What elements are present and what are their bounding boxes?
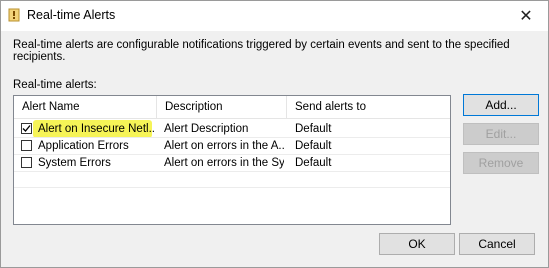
alert-name-cell: Alert on Insecure Netl... [38, 123, 154, 135]
ok-button[interactable]: OK [379, 233, 455, 255]
column-header-send-alerts-to[interactable]: Send alerts to [287, 96, 450, 118]
alert-name-cell: Application Errors [38, 140, 129, 152]
dialog-description: Real-time alerts are configurable notifi… [13, 39, 510, 63]
alert-description-cell: Alert on errors in the Sy... [164, 157, 284, 169]
column-header-description[interactable]: Description [157, 96, 287, 118]
column-header-alert-name[interactable]: Alert Name [14, 96, 157, 118]
row-divider [14, 187, 450, 188]
remove-button[interactable]: Remove [463, 152, 539, 174]
title-bar: Real-time Alerts ✕ [1, 1, 548, 31]
list-header: Alert Name Description Send alerts to [14, 96, 450, 119]
close-button[interactable]: ✕ [504, 1, 548, 31]
edit-button[interactable]: Edit... [463, 123, 539, 145]
table-row[interactable]: System Errors Alert on errors in the Sy.… [14, 155, 450, 171]
alert-description-cell: Alert Description [164, 123, 249, 135]
close-icon: ✕ [519, 8, 533, 25]
table-row[interactable]: Application Errors Alert on errors in th… [14, 138, 450, 154]
alert-send-to-cell: Default [295, 157, 332, 169]
alert-checkbox[interactable] [21, 157, 32, 168]
alert-send-to-cell: Default [295, 140, 332, 152]
alert-name-cell: System Errors [38, 157, 111, 169]
alert-app-icon [8, 8, 20, 22]
real-time-alerts-dialog: Real-time Alerts ✕ Real-time alerts are … [0, 0, 549, 268]
cancel-button[interactable]: Cancel [459, 233, 535, 255]
row-divider [14, 171, 450, 172]
alerts-listview[interactable]: Alert Name Description Send alerts to Al… [13, 95, 451, 225]
add-button[interactable]: Add... [463, 94, 539, 116]
alert-send-to-cell: Default [295, 123, 332, 135]
alerts-list-label: Real-time alerts: [13, 79, 97, 91]
checkmark-icon [22, 125, 31, 132]
alert-description-cell: Alert on errors in the A... [164, 140, 284, 152]
window-title: Real-time Alerts [27, 8, 116, 22]
alert-checkbox[interactable] [21, 140, 32, 151]
table-row[interactable]: Alert on Insecure Netl... Alert Descript… [14, 120, 450, 138]
alert-checkbox[interactable] [21, 123, 32, 134]
